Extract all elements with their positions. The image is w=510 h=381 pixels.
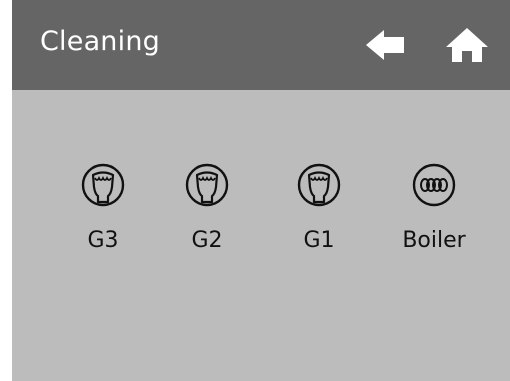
option-boiler[interactable]: Boiler bbox=[387, 162, 477, 262]
home-icon bbox=[446, 28, 488, 62]
group-head-icon bbox=[80, 162, 126, 212]
cleaning-screen: Cleaning G3 G2 G1 Boiler bbox=[12, 0, 510, 381]
back-arrow-icon bbox=[366, 30, 404, 60]
group-head-icon bbox=[296, 162, 342, 212]
option-g1[interactable]: G1 bbox=[272, 162, 362, 262]
option-label: G2 bbox=[191, 228, 223, 253]
option-label: G1 bbox=[303, 228, 335, 253]
option-g2[interactable]: G2 bbox=[160, 162, 250, 262]
page-title: Cleaning bbox=[40, 26, 160, 57]
boiler-coil-icon bbox=[411, 162, 457, 212]
header-bar: Cleaning bbox=[12, 0, 510, 90]
group-head-icon bbox=[184, 162, 230, 212]
home-button[interactable] bbox=[444, 22, 490, 68]
back-button[interactable] bbox=[364, 22, 410, 68]
option-label: G3 bbox=[87, 228, 119, 253]
option-label: Boiler bbox=[402, 228, 466, 253]
option-g3[interactable]: G3 bbox=[56, 162, 146, 262]
